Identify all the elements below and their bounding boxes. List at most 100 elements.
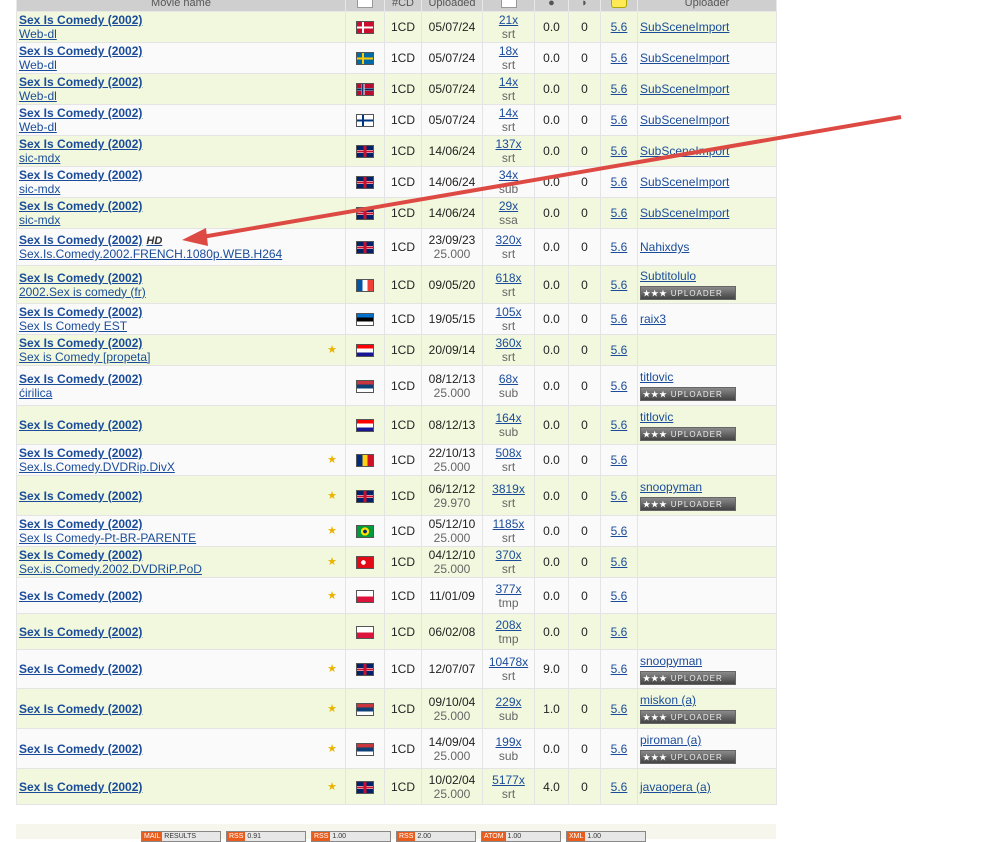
download-count-link[interactable]: 360x: [495, 336, 521, 350]
download-count-link[interactable]: 14x: [499, 75, 518, 89]
imdb-rating-link[interactable]: 5.6: [611, 113, 628, 127]
download-count-link[interactable]: 10478x: [489, 655, 528, 669]
download-count-link[interactable]: 377x: [495, 582, 521, 596]
download-count-link[interactable]: 34x: [499, 168, 518, 182]
movie-title-link[interactable]: Sex Is Comedy (2002): [19, 168, 343, 182]
flag-icon-pl[interactable]: [356, 589, 374, 603]
flag-icon-gb[interactable]: [356, 780, 374, 794]
header-cd[interactable]: #CD: [384, 0, 422, 12]
flag-icon-gb[interactable]: [356, 241, 374, 255]
flag-icon-gb[interactable]: [356, 489, 374, 503]
flag-icon-pl[interactable]: [356, 625, 374, 639]
feed-button-1[interactable]: RSS 0.91: [226, 831, 306, 842]
download-count-link[interactable]: 68x: [499, 372, 518, 386]
download-count-link[interactable]: 320x: [495, 233, 521, 247]
flag-icon-no[interactable]: [356, 83, 374, 97]
flag-icon-fi[interactable]: [356, 114, 374, 128]
imdb-rating-link[interactable]: 5.6: [611, 144, 628, 158]
download-count-link[interactable]: 208x: [495, 618, 521, 632]
movie-title-link[interactable]: Sex Is Comedy (2002): [19, 271, 343, 285]
imdb-rating-link[interactable]: 5.6: [611, 625, 628, 639]
release-name-link[interactable]: Sex.Is.Comedy.2002.FRENCH.1080p.WEB.H264: [19, 247, 343, 261]
download-count-link[interactable]: 370x: [495, 548, 521, 562]
movie-title-link[interactable]: Sex Is Comedy (2002): [19, 589, 343, 603]
download-count-link[interactable]: 508x: [495, 446, 521, 460]
imdb-rating-link[interactable]: 5.6: [611, 379, 628, 393]
flag-icon-gb[interactable]: [356, 145, 374, 159]
release-name-link[interactable]: ćirilica: [19, 386, 343, 400]
header-votes[interactable]: ◗: [568, 0, 601, 12]
flag-icon-ro[interactable]: [356, 454, 374, 468]
uploader-link[interactable]: SubSceneImport: [640, 82, 729, 96]
movie-title-link[interactable]: Sex Is Comedy (2002): [19, 625, 343, 639]
release-name-link[interactable]: 2002.Sex is comedy (fr): [19, 285, 343, 299]
imdb-rating-link[interactable]: 5.6: [611, 489, 628, 503]
uploader-link[interactable]: Subtitolulo: [640, 269, 696, 283]
imdb-rating-link[interactable]: 5.6: [611, 175, 628, 189]
release-name-link[interactable]: Sex Is Comedy-Pt-BR-PARENTE: [19, 531, 343, 545]
release-name-link[interactable]: sic-mdx: [19, 213, 343, 227]
header-imdb[interactable]: [600, 0, 638, 12]
uploader-link[interactable]: Nahixdys: [640, 240, 689, 254]
flag-icon-br[interactable]: [356, 525, 374, 539]
flag-icon-gb[interactable]: [356, 663, 374, 677]
download-count-link[interactable]: 21x: [499, 13, 518, 27]
imdb-rating-link[interactable]: 5.6: [611, 20, 628, 34]
release-name-link[interactable]: Web-dl: [19, 120, 343, 134]
imdb-rating-link[interactable]: 5.6: [611, 662, 628, 676]
imdb-rating-link[interactable]: 5.6: [611, 589, 628, 603]
uploader-link[interactable]: piroman (a): [640, 733, 701, 747]
flag-icon-gb[interactable]: [356, 176, 374, 190]
imdb-rating-link[interactable]: 5.6: [611, 742, 628, 756]
uploader-link[interactable]: miskon (a): [640, 693, 696, 707]
header-downloads[interactable]: [482, 0, 535, 12]
release-name-link[interactable]: Sex.is.Comedy.2002.DVDRiP.PoD: [19, 562, 343, 576]
uploader-link[interactable]: SubSceneImport: [640, 113, 729, 127]
download-count-link[interactable]: 1185x: [493, 517, 525, 531]
uploader-link[interactable]: titlovic: [640, 410, 673, 424]
imdb-rating-link[interactable]: 5.6: [611, 418, 628, 432]
imdb-rating-link[interactable]: 5.6: [611, 555, 628, 569]
uploader-link[interactable]: SubSceneImport: [640, 175, 729, 189]
movie-title-link[interactable]: Sex Is Comedy (2002): [19, 305, 343, 319]
uploader-link[interactable]: raix3: [640, 312, 666, 326]
release-name-link[interactable]: Web-dl: [19, 89, 343, 103]
movie-title-link[interactable]: Sex Is Comedy (2002): [19, 199, 343, 213]
feed-button-0[interactable]: MAIL RESULTS: [141, 831, 221, 842]
flag-icon-hr[interactable]: [356, 344, 374, 358]
download-count-link[interactable]: 618x: [495, 271, 521, 285]
header-language[interactable]: [345, 0, 385, 12]
movie-title-link[interactable]: Sex Is Comedy (2002): [19, 75, 343, 89]
release-name-link[interactable]: sic-mdx: [19, 182, 343, 196]
imdb-rating-link[interactable]: 5.6: [611, 82, 628, 96]
uploader-link[interactable]: SubSceneImport: [640, 206, 729, 220]
header-rating[interactable]: ●: [534, 0, 569, 12]
feed-button-5[interactable]: XML 1.00: [566, 831, 646, 842]
movie-title-link[interactable]: Sex Is Comedy (2002): [19, 780, 343, 794]
download-count-link[interactable]: 229x: [495, 695, 521, 709]
release-name-link[interactable]: Sex is Comedy [propeta]: [19, 350, 343, 364]
movie-title-link[interactable]: Sex Is Comedy (2002): [19, 489, 343, 503]
uploader-link[interactable]: SubSceneImport: [640, 144, 729, 158]
uploader-link[interactable]: titlovic: [640, 370, 673, 384]
download-count-link[interactable]: 14x: [499, 106, 518, 120]
download-count-link[interactable]: 18x: [499, 44, 518, 58]
imdb-rating-link[interactable]: 5.6: [611, 51, 628, 65]
imdb-rating-link[interactable]: 5.6: [611, 206, 628, 220]
flag-icon-rs[interactable]: [356, 742, 374, 756]
flag-icon-se[interactable]: [356, 52, 374, 66]
download-count-link[interactable]: 199x: [495, 735, 521, 749]
movie-title-link[interactable]: Sex Is Comedy (2002): [19, 44, 343, 58]
release-name-link[interactable]: sic-mdx: [19, 151, 343, 165]
header-uploaded[interactable]: Uploaded: [421, 0, 483, 12]
download-count-link[interactable]: 29x: [499, 199, 518, 213]
release-name-link[interactable]: Sex Is Comedy EST: [19, 319, 343, 333]
movie-title-link[interactable]: Sex Is Comedy (2002): [19, 446, 343, 460]
imdb-rating-link[interactable]: 5.6: [611, 524, 628, 538]
feed-button-2[interactable]: RSS 1.00: [311, 831, 391, 842]
download-count-link[interactable]: 105x: [495, 305, 521, 319]
release-name-link[interactable]: Sex.Is.Comedy.DVDRip.DivX: [19, 460, 343, 474]
flag-icon-gb[interactable]: [356, 207, 374, 221]
movie-title-link[interactable]: Sex Is Comedy (2002): [19, 742, 343, 756]
flag-icon-tr[interactable]: [356, 556, 374, 570]
